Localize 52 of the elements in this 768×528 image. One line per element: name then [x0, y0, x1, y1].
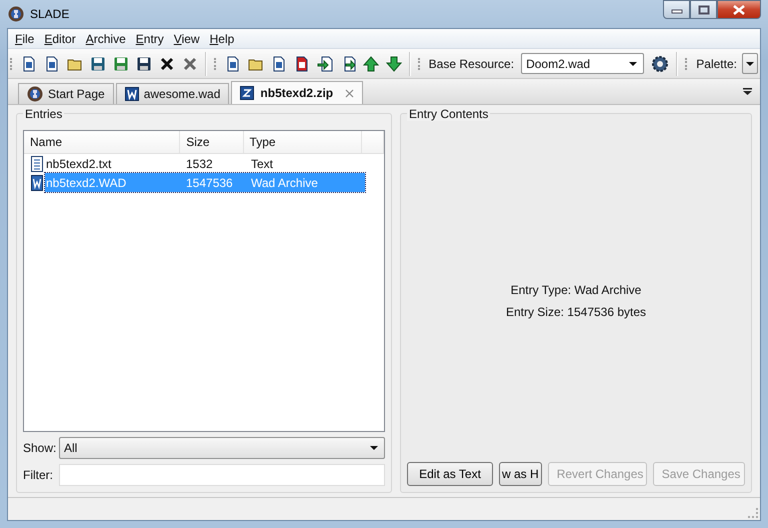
zip-file-icon: [240, 86, 254, 100]
import-icon[interactable]: [316, 56, 333, 72]
maximize-icon: [698, 4, 710, 14]
maximize-button[interactable]: [690, 0, 717, 19]
menu-item[interactable]: File: [10, 32, 40, 46]
menu-item[interactable]: Entry: [130, 32, 169, 46]
tab-list-icon[interactable]: [743, 88, 752, 95]
close-icon[interactable]: [158, 56, 175, 72]
entry-info-text: Entry Size: 1547536 bytes: [506, 305, 646, 319]
app-logo-icon: [27, 86, 43, 102]
base-resource-label: Base Resource:: [428, 56, 514, 70]
close-icon: [732, 4, 746, 14]
group-title: Entry Contents: [407, 107, 490, 121]
palette-label: Palette:: [696, 56, 737, 70]
settings-icon[interactable]: [651, 54, 670, 72]
menu-item[interactable]: Archive: [80, 32, 131, 46]
filter-field[interactable]: [59, 464, 385, 486]
filter-label: Filter:: [23, 468, 54, 482]
show-dropdown[interactable]: All: [59, 437, 385, 459]
caret-icon: [629, 62, 638, 66]
tab[interactable]: Start Page: [18, 83, 114, 104]
minimize-button[interactable]: [663, 0, 690, 19]
tab[interactable]: awesome.wad: [116, 83, 230, 104]
save-icon[interactable]: [136, 56, 152, 72]
caret-icon: [746, 62, 754, 66]
text-file-icon: [31, 156, 43, 172]
group-title: Entries: [23, 107, 64, 121]
tab[interactable]: nb5texd2.zip: [231, 81, 364, 104]
menu-item[interactable]: Editor: [39, 32, 81, 46]
menu-item[interactable]: Help: [204, 32, 240, 46]
save-icon[interactable]: [90, 56, 106, 72]
up-arrow-icon[interactable]: [362, 56, 379, 72]
base-resource-dropdown[interactable]: Doom2.wad: [521, 53, 644, 74]
window-title: SLADE: [30, 7, 70, 21]
action-button[interactable]: Edit as Text: [407, 462, 493, 486]
entry-row[interactable]: nb5texd2.txt 1532 Text: [45, 154, 365, 173]
delete-file-icon[interactable]: [294, 56, 310, 72]
column-header[interactable]: Size: [180, 131, 244, 153]
caret-icon: [370, 446, 378, 450]
palette-dropdown[interactable]: [742, 53, 758, 74]
menu-item[interactable]: View: [168, 32, 205, 46]
show-label: Show:: [23, 441, 55, 455]
column-header[interactable]: Type: [244, 131, 362, 153]
close-button[interactable]: [717, 0, 761, 19]
wad-file-icon: [31, 174, 43, 190]
new-file-icon[interactable]: [20, 56, 37, 72]
down-arrow-icon[interactable]: [386, 56, 402, 72]
app-logo-icon: [8, 6, 24, 22]
action-button[interactable]: w as H: [499, 462, 542, 486]
column-header[interactable]: Name: [24, 131, 180, 153]
entry-info-text: Entry Type: Wad Archive: [510, 283, 642, 297]
wad-file-icon: [124, 87, 139, 101]
